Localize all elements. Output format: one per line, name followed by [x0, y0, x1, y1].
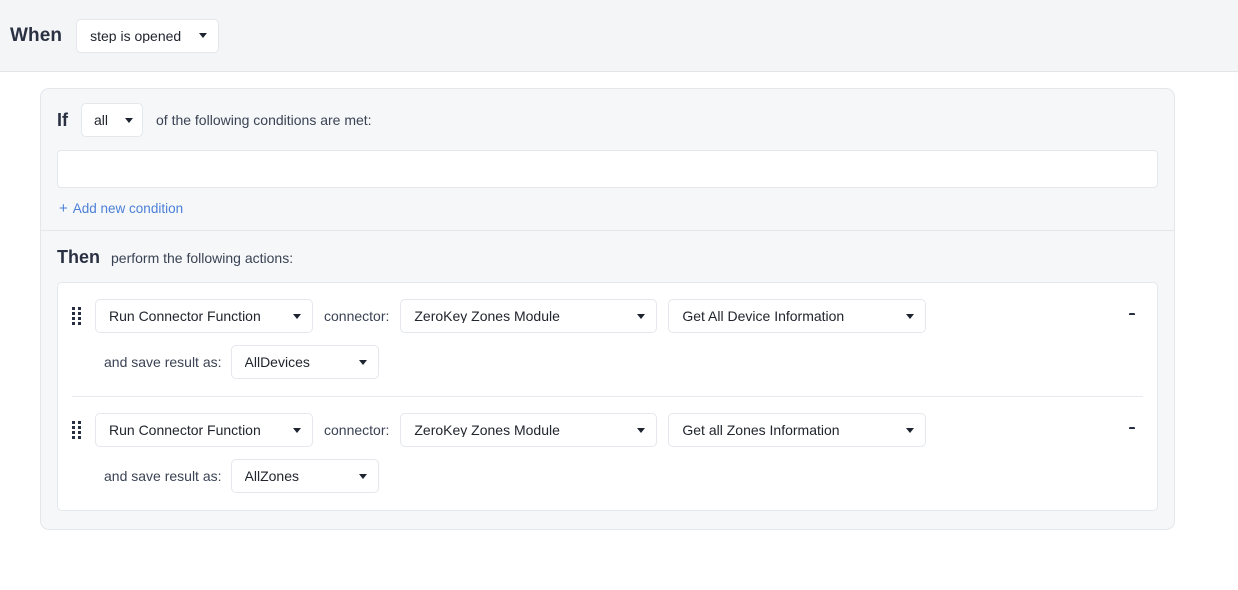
if-keyword: If [57, 109, 68, 130]
chevron-down-icon [293, 313, 301, 319]
condition-section: If all of the following conditions are m… [41, 89, 1174, 230]
operation-dropdown[interactable]: Get All Device Information [668, 299, 927, 333]
chevron-down-icon [125, 117, 133, 123]
match-mode-dropdown[interactable]: all [81, 103, 143, 137]
chevron-down-icon [906, 313, 915, 319]
delete-action-button[interactable] [1113, 303, 1135, 327]
trigger-event-dropdown[interactable]: step is opened [76, 18, 220, 53]
rule-editor-body: If all of the following conditions are m… [0, 72, 1238, 590]
action-secondary-line: and save result as: AllDevices [104, 345, 1143, 379]
connector-value: ZeroKey Zones Module [414, 423, 560, 437]
chevron-down-icon [637, 313, 646, 319]
connector-dropdown[interactable]: ZeroKey Zones Module [400, 413, 658, 447]
match-mode-value: all [94, 113, 109, 127]
action-lead-text: perform the following actions: [111, 250, 294, 266]
action-header-row: Then perform the following actions: [57, 247, 1158, 268]
operation-value: Get all Zones Information [682, 423, 840, 437]
condition-lead-text: of the following conditions are met: [156, 112, 372, 128]
action-primary-line: Run Connector Function connector: ZeroKe… [72, 413, 1143, 447]
plus-icon: + [59, 199, 68, 217]
add-new-condition-button[interactable]: + Add new condition [57, 188, 183, 230]
save-result-label: and save result as: [104, 468, 222, 484]
chevron-down-icon [358, 359, 367, 365]
chevron-down-icon [358, 473, 367, 479]
chevron-down-icon [637, 427, 646, 433]
save-result-dropdown[interactable]: AllZones [230, 459, 379, 493]
trigger-bar: When step is opened [0, 0, 1238, 72]
add-new-condition-label: Add new condition [72, 201, 184, 216]
save-result-dropdown[interactable]: AllDevices [230, 345, 379, 379]
connector-label: connector: [324, 422, 390, 438]
action-row: Run Connector Function connector: ZeroKe… [72, 396, 1143, 510]
trigger-event-value: step is opened [90, 28, 182, 43]
connector-label: connector: [324, 308, 390, 324]
action-type-dropdown[interactable]: Run Connector Function [95, 413, 313, 447]
save-result-label: and save result as: [104, 354, 222, 370]
drag-handle-icon[interactable] [72, 307, 83, 325]
action-primary-line: Run Connector Function connector: ZeroKe… [72, 299, 1143, 333]
operation-value: Get All Device Information [682, 309, 845, 323]
drag-handle-icon[interactable] [72, 421, 83, 439]
condition-header-row: If all of the following conditions are m… [57, 103, 1158, 137]
rule-card: If all of the following conditions are m… [40, 88, 1175, 530]
action-type-value: Run Connector Function [109, 309, 261, 323]
save-result-value: AllZones [244, 469, 299, 483]
operation-dropdown[interactable]: Get all Zones Information [668, 413, 927, 447]
conditions-list[interactable] [57, 150, 1158, 188]
connector-dropdown[interactable]: ZeroKey Zones Module [400, 299, 658, 333]
delete-action-button[interactable] [1113, 417, 1135, 441]
chevron-down-icon [906, 427, 915, 433]
action-secondary-line: and save result as: AllZones [104, 459, 1143, 493]
trigger-keyword: When [10, 24, 63, 46]
then-keyword: Then [57, 247, 100, 267]
action-section: Then perform the following actions: Run … [41, 231, 1174, 529]
connector-value: ZeroKey Zones Module [414, 309, 560, 323]
action-row: Run Connector Function connector: ZeroKe… [72, 283, 1143, 396]
action-type-value: Run Connector Function [109, 423, 261, 437]
actions-panel: Run Connector Function connector: ZeroKe… [57, 282, 1158, 511]
chevron-down-icon [199, 33, 208, 38]
action-type-dropdown[interactable]: Run Connector Function [95, 299, 313, 333]
save-result-value: AllDevices [244, 355, 310, 369]
chevron-down-icon [293, 427, 301, 433]
